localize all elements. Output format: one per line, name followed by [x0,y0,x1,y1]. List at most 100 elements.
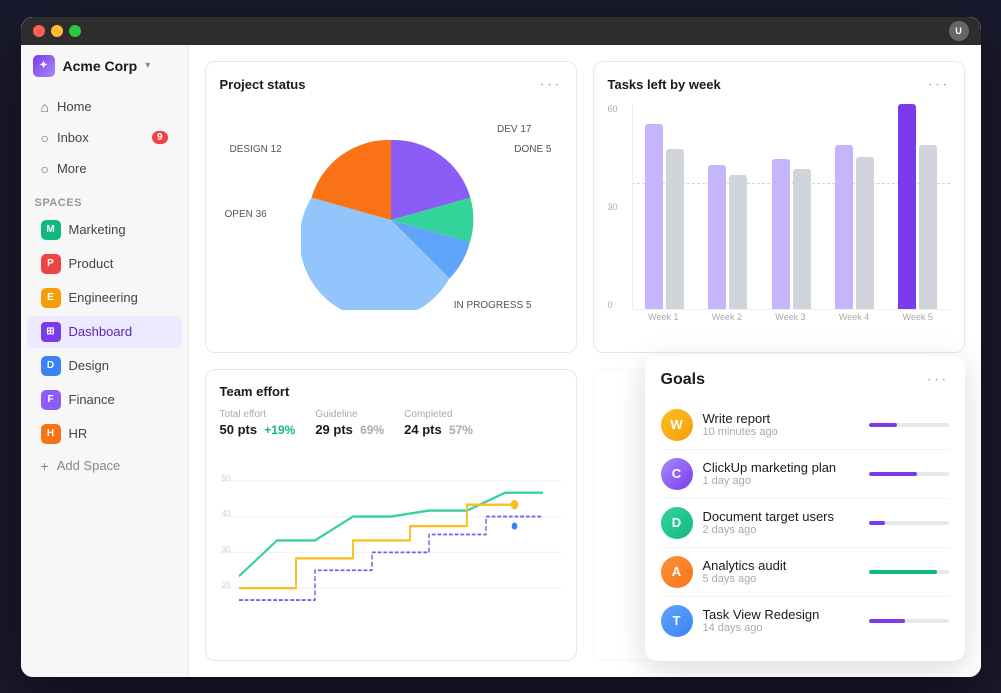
user-avatar[interactable]: U [949,21,969,41]
tasks-left-card: Tasks left by week ··· 60 30 0 [593,61,965,353]
add-space-button[interactable]: + Add Space [27,452,182,480]
sidebar-item-inbox[interactable]: ○ Inbox 9 [27,123,182,153]
spaces-label: Spaces [21,189,188,213]
svg-text:20: 20 [221,579,230,590]
tasks-left-header: Tasks left by week ··· [608,76,950,94]
sidebar-item-hr-label: HR [69,426,88,441]
goal-avatar-face-3: A [661,556,693,588]
sidebar-item-engineering[interactable]: E Engineering [27,282,182,314]
chevron-down-icon: ▾ [145,60,150,71]
stat-guideline-value: 29 pts 69% [315,422,384,437]
y-label-30: 30 [608,202,618,212]
inbox-badge: 9 [152,131,168,144]
minimize-button[interactable] [51,25,63,37]
goal-avatar-2: D [661,507,693,539]
stat-completed-change: 57% [449,423,473,437]
sidebar-item-inbox-label: Inbox [57,130,89,145]
space-icon-engineering: E [41,288,61,308]
goal-progress-fill-0 [869,423,897,427]
bar-week1-purple [645,124,663,309]
goal-info-3: Analytics audit 5 days ago [703,558,859,585]
pie-chart [301,130,481,310]
bar-week4-purple [835,145,853,309]
sidebar-item-home-label: Home [57,99,92,114]
x-label-week5: Week 5 [886,312,950,332]
bar-week3-gray [793,169,811,308]
project-status-title: Project status [220,77,306,92]
sidebar-item-engineering-label: Engineering [69,290,138,305]
goal-progress-fill-1 [869,472,917,476]
maximize-button[interactable] [69,25,81,37]
sidebar: ✦ Acme Corp ▾ ⌂ Home ○ Inbox 9 ○ More Sp… [21,17,189,677]
sidebar-item-marketing[interactable]: M Marketing [27,214,182,246]
sidebar-item-marketing-label: Marketing [69,222,126,237]
goal-avatar-4: T [661,605,693,637]
stat-total-change: +19% [264,423,295,437]
svg-text:30: 30 [221,543,230,554]
y-axis-labels: 60 30 0 [608,104,618,310]
goal-progress-fill-4 [869,619,905,623]
sidebar-item-product[interactable]: P Product [27,248,182,280]
line-chart-container: 50 40 30 20 [220,445,562,612]
goal-item-3: A Analytics audit 5 days ago [661,548,949,597]
pie-label-done: DONE 5 [514,144,551,155]
project-status-more-button[interactable]: ··· [540,76,562,94]
traffic-lights [33,25,81,37]
sidebar-item-finance-label: Finance [69,392,115,407]
company-header[interactable]: ✦ Acme Corp ▾ [21,45,188,87]
bar-group-week2 [696,104,759,309]
space-icon-marketing: M [41,220,61,240]
stat-completed: Completed 24 pts 57% [404,409,473,437]
bar-group-week3 [759,104,822,309]
goal-avatar-face-2: D [661,507,693,539]
y-label-60: 60 [608,104,618,114]
goal-progress-1 [869,472,949,476]
bar-group-week4 [823,104,886,309]
close-button[interactable] [33,25,45,37]
y-label-0: 0 [608,300,618,310]
team-effort-title: Team effort [220,384,290,399]
line-chart-svg: 50 40 30 20 [220,445,562,612]
stat-guideline-label: Guideline [315,409,384,420]
goals-more-button[interactable]: ··· [927,371,949,389]
sidebar-item-hr[interactable]: H HR [27,418,182,450]
sidebar-nav: ⌂ Home ○ Inbox 9 ○ More [21,87,188,189]
sidebar-item-design-label: Design [69,358,109,373]
goals-panel: Goals ··· W Write report 10 minutes ago … [645,355,965,661]
goal-avatar-1: C [661,458,693,490]
stat-total-value: 50 pts +19% [220,422,296,437]
x-label-week3: Week 3 [759,312,823,332]
goal-time-0: 10 minutes ago [703,426,859,438]
goals-header: Goals ··· [661,371,949,389]
goal-item-4: T Task View Redesign 14 days ago [661,597,949,645]
space-icon-finance: F [41,390,61,410]
goal-info-0: Write report 10 minutes ago [703,411,859,438]
goal-avatar-face-0: W [661,409,693,441]
team-effort-card: Team effort Total effort 50 pts +19% Gui… [205,369,577,661]
pie-label-design: DESIGN 12 [230,144,282,155]
goal-avatar-3: A [661,556,693,588]
tasks-left-title: Tasks left by week [608,77,721,92]
bar-chart-container: 60 30 0 [608,104,950,332]
x-axis-labels: Week 1 Week 2 Week 3 Week 4 Week 5 [632,312,950,332]
tasks-left-more-button[interactable]: ··· [928,76,950,94]
sidebar-item-finance[interactable]: F Finance [27,384,182,416]
bar-week4-gray [856,157,874,309]
goal-name-2: Document target users [703,509,859,524]
sidebar-item-dashboard[interactable]: ⊞ Dashboard [27,316,182,348]
bar-chart-inner: 60 30 0 [608,104,950,332]
goal-item-0: W Write report 10 minutes ago [661,401,949,450]
goal-progress-2 [869,521,949,525]
bar-group-week1 [633,104,696,309]
sidebar-item-more-label: More [57,161,87,176]
add-space-label: Add Space [57,458,121,473]
sidebar-item-more[interactable]: ○ More [27,154,182,184]
sidebar-item-home[interactable]: ⌂ Home [27,92,182,122]
bar-week5-purple [898,104,916,309]
company-name: Acme Corp [63,58,138,74]
more-icon: ○ [41,161,49,177]
x-label-week4: Week 4 [822,312,886,332]
svg-text:40: 40 [221,507,230,518]
sidebar-item-design[interactable]: D Design [27,350,182,382]
goal-item-2: D Document target users 2 days ago [661,499,949,548]
